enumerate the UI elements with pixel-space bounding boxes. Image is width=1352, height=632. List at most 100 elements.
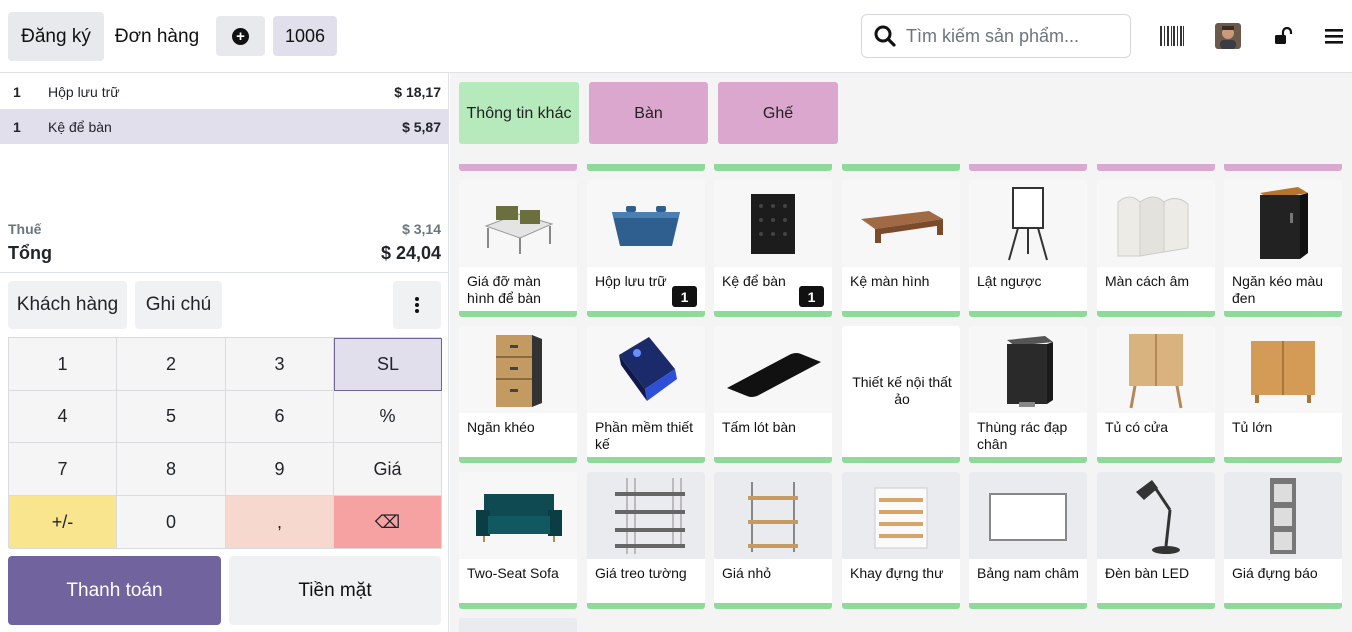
product-card[interactable]: Hộp lưu trữ 1 [587, 180, 705, 317]
storage-box-icon [587, 180, 705, 267]
product-card[interactable]: Ngăn kéo màu đen [1224, 180, 1342, 317]
numpad-decimal-key[interactable]: , [226, 496, 334, 549]
large-cabinet-icon [1224, 326, 1342, 413]
order-totals: Thuế $ 3,14 Tổng $ 24,04 [0, 213, 449, 273]
product-name: Bảng nam châm [977, 565, 1079, 581]
line-qty: 1 [13, 118, 21, 135]
product-card[interactable]: Giá treo tường [587, 472, 705, 609]
search-input[interactable] [906, 25, 1116, 47]
product-card[interactable]: Ngăn khéo [459, 326, 577, 463]
numpad-key-6[interactable]: 6 [226, 391, 334, 443]
numpad-key-8[interactable]: 8 [117, 443, 226, 496]
product-card[interactable]: Đèn bàn LED [1097, 472, 1215, 609]
product-card[interactable]: Tủ có cửa [1097, 326, 1215, 463]
plus-icon: + [232, 27, 249, 45]
product-card-partial [459, 618, 577, 632]
category-other-info[interactable]: Thông tin khác [459, 82, 579, 144]
product-card[interactable]: Màn cách âm [1097, 180, 1215, 317]
tax-label: Thuế [8, 221, 42, 237]
desk-lamp-icon [1097, 472, 1215, 559]
category-chairs[interactable]: Ghế [718, 82, 838, 144]
magazine-rack-icon [1224, 472, 1342, 559]
product-name: Thùng rác đạp chân [977, 419, 1068, 452]
numpad-sign-toggle[interactable]: +/- [9, 496, 117, 549]
avatar[interactable] [1213, 20, 1243, 52]
product-card[interactable]: Two-Seat Sofa [459, 472, 577, 609]
product-card-partial [459, 164, 577, 171]
numpad-mode-price[interactable]: Giá [334, 443, 442, 496]
numpad-key-7[interactable]: 7 [9, 443, 117, 496]
cabinet-door-icon [1097, 326, 1215, 413]
product-card[interactable]: Kệ để bàn 1 [714, 180, 832, 317]
desk-bin-icon [714, 180, 832, 267]
new-order-button[interactable]: + [216, 16, 265, 56]
product-card[interactable]: Tấm lót bàn [714, 326, 832, 463]
total-value: $ 24,04 [380, 243, 441, 263]
numpad-key-3[interactable]: 3 [226, 338, 334, 391]
line-product: Hộp lưu trữ [48, 83, 120, 100]
numpad-key-2[interactable]: 2 [117, 338, 226, 391]
product-name: Đèn bàn LED [1105, 565, 1190, 581]
order-line[interactable]: 1 Hộp lưu trữ $ 18,17 [0, 74, 449, 109]
order-panel: 1 Hộp lưu trữ $ 18,17 1 Kệ để bàn $ 5,87… [0, 73, 449, 632]
product-card[interactable]: Tủ lớn [1224, 326, 1342, 463]
flipchart-icon [969, 180, 1087, 267]
orders-button[interactable]: Đơn hàng [106, 12, 208, 61]
numpad: 1 2 3 SL 4 5 6 % 7 8 9 Giá +/- 0 , ⌫ [8, 337, 442, 549]
product-card[interactable]: Khay đựng thư [842, 472, 960, 609]
software-box-icon [587, 326, 705, 413]
barcode-icon[interactable] [1157, 20, 1187, 52]
product-card-virtual-design[interactable]: Thiết kế nội thất ảo [842, 326, 960, 463]
product-card-partial [714, 164, 832, 171]
product-panel: Thông tin khác Bàn Ghế Giá đỡ màn hình đ… [450, 73, 1352, 632]
order-tab-button[interactable]: 1006 [273, 16, 337, 56]
acoustic-screen-icon [1097, 180, 1215, 267]
product-card[interactable]: Giá đựng báo [1224, 472, 1342, 609]
register-button[interactable]: Đăng ký [8, 12, 104, 61]
letter-tray-icon [842, 472, 960, 559]
product-card-partial [1224, 164, 1342, 171]
product-search[interactable] [861, 14, 1131, 58]
monitor-stand-icon [842, 180, 960, 267]
numpad-mode-discount[interactable]: % [334, 391, 442, 443]
line-qty: 1 [13, 83, 21, 100]
product-card-partial [1097, 164, 1215, 171]
product-name: Ngăn khéo [467, 419, 535, 435]
pedal-bin-icon [969, 326, 1087, 413]
search-icon [874, 25, 896, 47]
product-card[interactable]: Kệ màn hình [842, 180, 960, 317]
backspace-icon[interactable]: ⌫ [334, 496, 442, 549]
product-card[interactable]: Lật ngược [969, 180, 1087, 317]
product-card[interactable]: Bảng nam châm [969, 472, 1087, 609]
customer-button[interactable]: Khách hàng [8, 281, 127, 329]
more-actions-button[interactable] [393, 281, 441, 329]
category-desks[interactable]: Bàn [589, 82, 708, 144]
numpad-key-1[interactable]: 1 [9, 338, 117, 391]
lock-icon[interactable] [1268, 20, 1298, 52]
numpad-key-9[interactable]: 9 [226, 443, 334, 496]
numpad-key-4[interactable]: 4 [9, 391, 117, 443]
product-card[interactable]: Giá đỡ màn hình để bàn [459, 180, 577, 317]
line-price: $ 18,17 [394, 83, 441, 100]
product-name: Giá đỡ màn hình để bàn [467, 273, 541, 306]
line-product: Kệ để bàn [48, 118, 112, 135]
product-card[interactable]: Phần mềm thiết kế [587, 326, 705, 463]
product-card[interactable]: Thùng rác đạp chân [969, 326, 1087, 463]
product-card-partial [842, 164, 960, 171]
payment-button[interactable]: Thanh toán [8, 556, 221, 625]
numpad-key-5[interactable]: 5 [117, 391, 226, 443]
quantity-badge: 1 [799, 286, 824, 307]
menu-icon[interactable] [1319, 20, 1349, 52]
cash-button[interactable]: Tiền mặt [229, 556, 441, 625]
numpad-mode-quantity[interactable]: SL [334, 338, 442, 391]
product-name: Tủ lớn [1232, 419, 1273, 435]
note-button[interactable]: Ghi chú [135, 281, 222, 329]
product-card-partial [969, 164, 1087, 171]
product-name: Lật ngược [977, 273, 1042, 289]
order-line-selected[interactable]: 1 Kệ để bàn $ 5,87 [0, 109, 449, 144]
desk-organizer-icon [459, 180, 577, 267]
numpad-key-0[interactable]: 0 [117, 496, 226, 549]
product-card[interactable]: Giá nhỏ [714, 472, 832, 609]
whiteboard-icon [969, 472, 1087, 559]
kebab-menu-icon [415, 297, 419, 313]
